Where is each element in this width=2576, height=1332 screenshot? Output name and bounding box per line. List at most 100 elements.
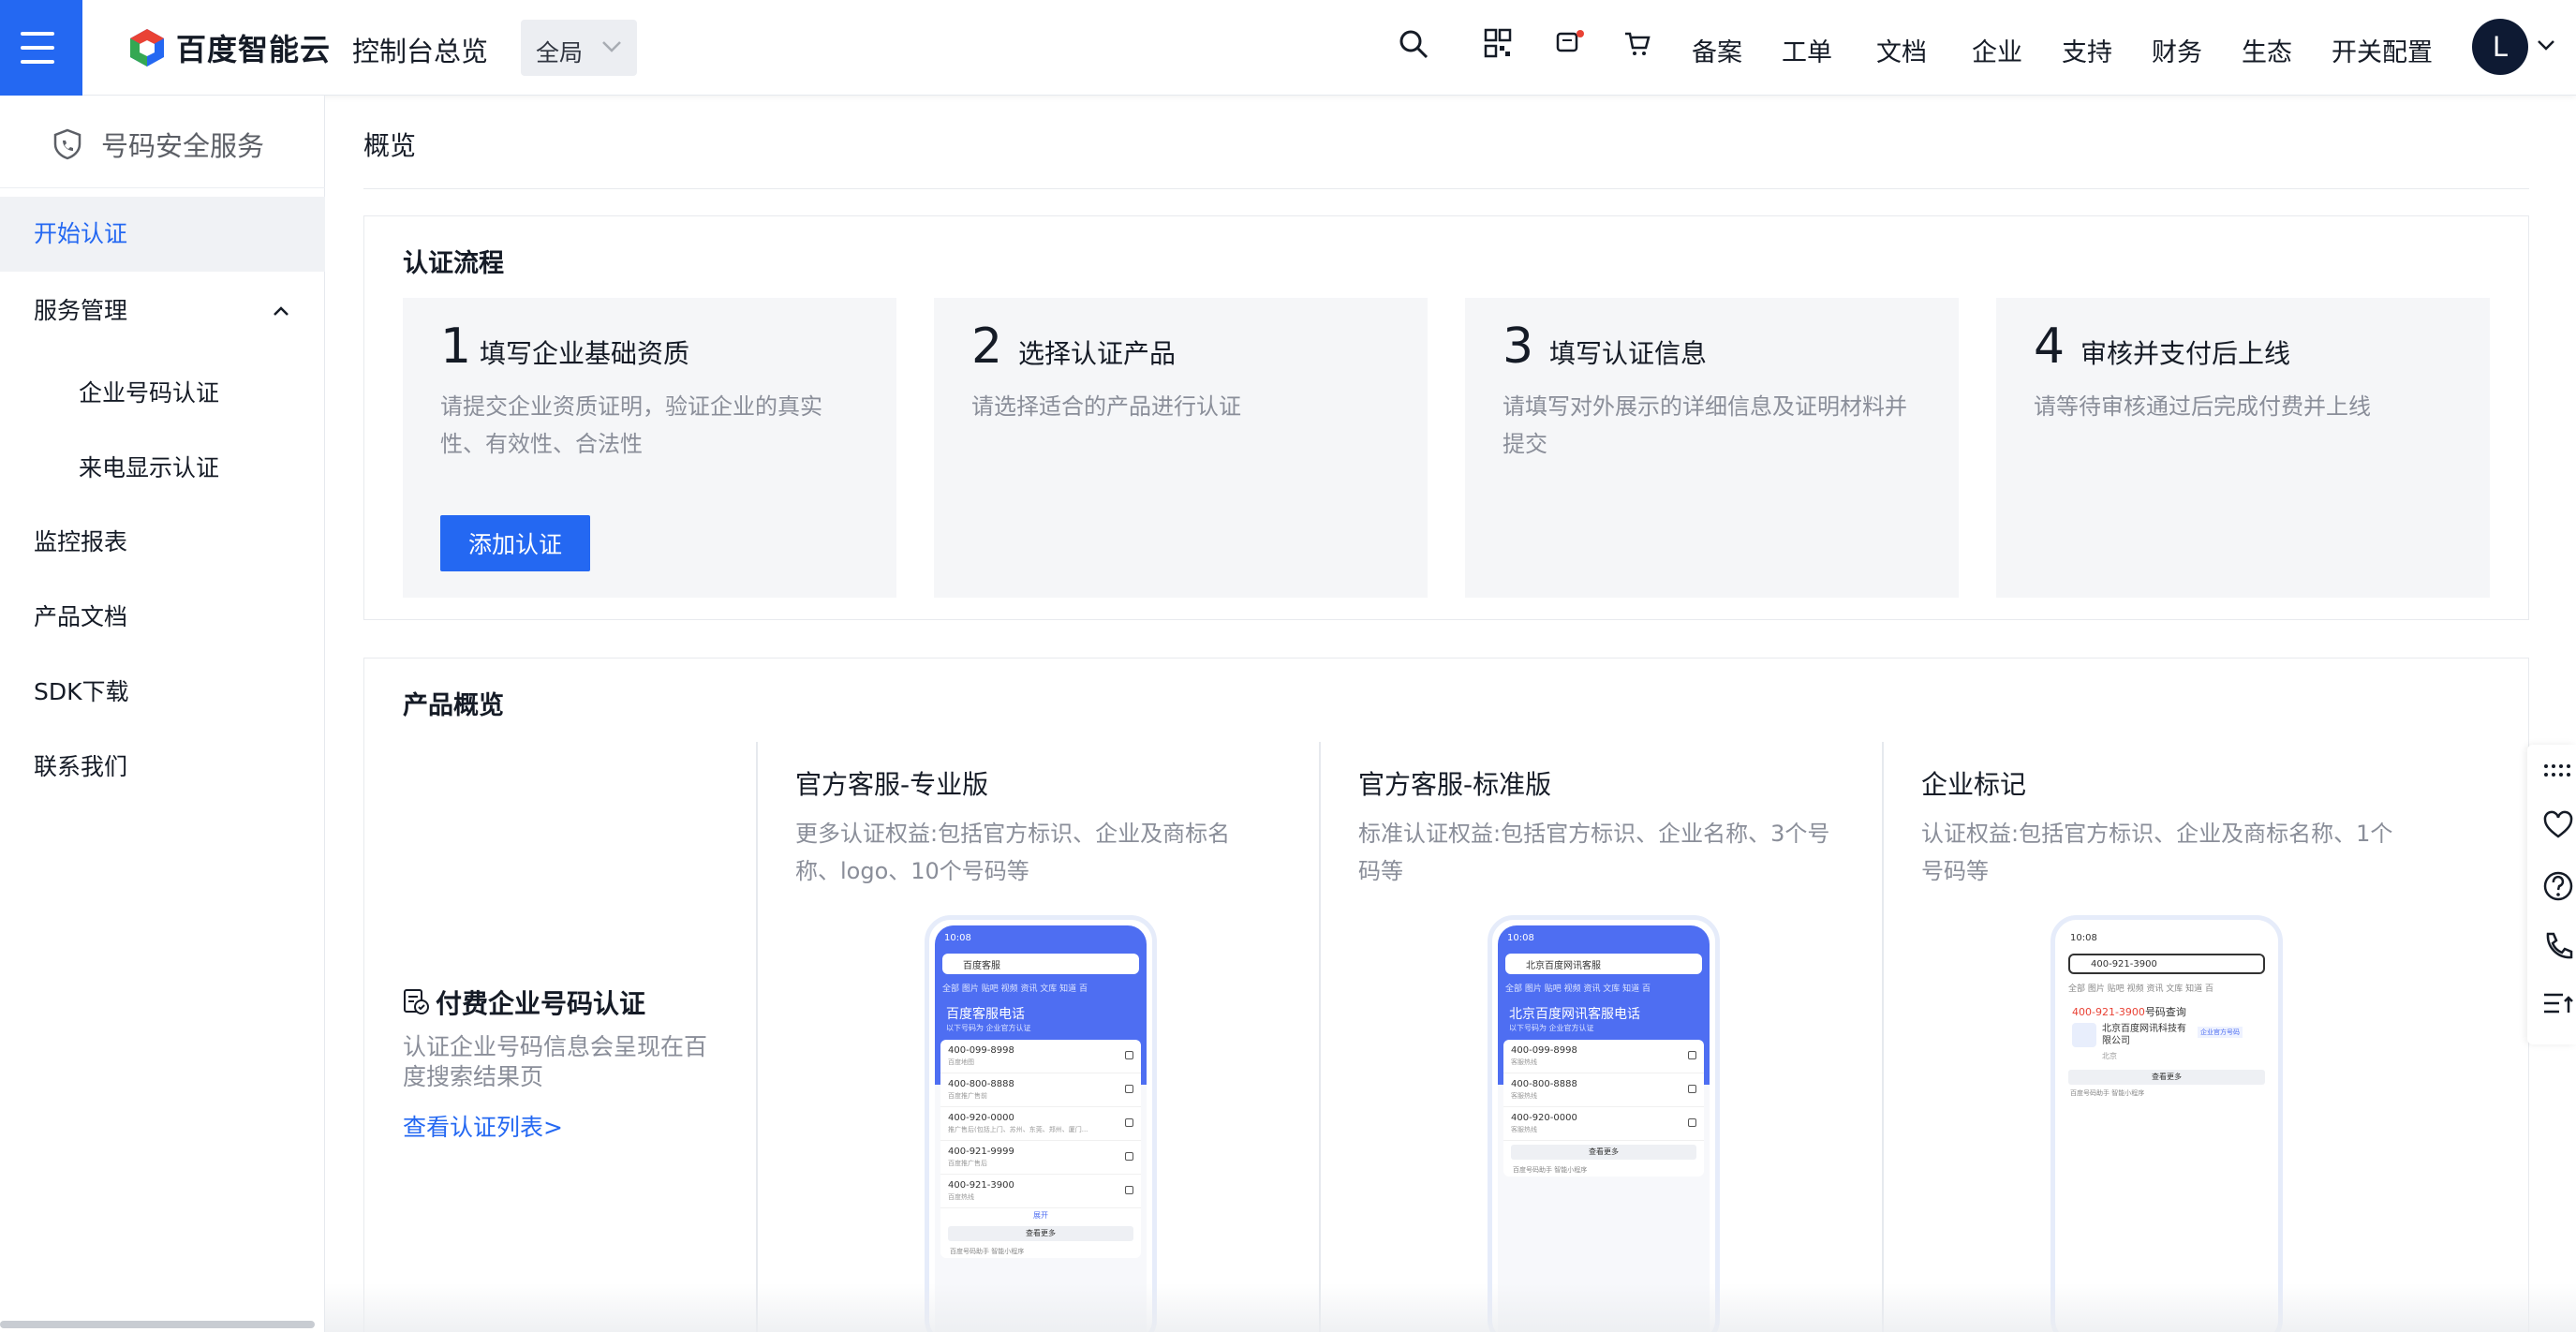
phone-time: 10:08 <box>1507 933 1534 943</box>
step-card: 2 选择认证产品 请选择适合的产品进行认证 <box>934 298 1428 598</box>
step-name: 填写企业基础资质 <box>480 338 690 369</box>
chevron-down-icon[interactable] <box>2537 39 2555 51</box>
sidebar-item-sdk-download[interactable]: SDK下载 <box>0 655 325 730</box>
phone-call-icon <box>1688 1085 1696 1093</box>
avatar[interactable]: L <box>2472 19 2528 75</box>
step-name: 审核并支付后上线 <box>2080 338 2291 369</box>
nav-ticket[interactable]: 工单 <box>1782 32 1832 68</box>
step-number: 4 <box>2034 318 2065 375</box>
phone-tabs: 全部 图片 贴吧 视频 资讯 文库 知道 百 <box>2068 984 2214 994</box>
certificate-icon <box>404 989 429 1014</box>
floating-toolbar <box>2527 745 2576 1044</box>
sidebar: 号码安全服务 开始认证 服务管理 企业号码认证 来电显示认证 监控报表 产品文档… <box>0 96 325 1332</box>
search-icon[interactable] <box>1398 28 1429 60</box>
sidebar-title-text: 号码安全服务 <box>101 130 265 162</box>
sidebar-item-caller-id-auth[interactable]: 来电显示认证 <box>0 431 325 506</box>
step-number: 1 <box>440 318 472 375</box>
product-overview-title: 产品概览 <box>403 691 504 720</box>
phone-row: 400-800-8888 客服热线 <box>1503 1073 1704 1107</box>
phone-footer: 百度号码助手 智能小程序 <box>950 1248 1025 1255</box>
product-column-standard: 官方客服-标准版 标准认证权益:包括官方标识、企业名称、3个号码等 10:08 … <box>1319 742 1882 1332</box>
product-description: 更多认证权益:包括官方标识、企业及商标名称、logo、10个号码等 <box>795 821 1231 884</box>
phone-tabs: 全部 图片 贴吧 视频 资讯 文库 知道 百 <box>942 984 1088 994</box>
logo[interactable]: 百度智能云 <box>127 26 331 69</box>
paid-auth-description: 认证企业号码信息会呈现在百度搜索结果页 <box>403 1033 708 1090</box>
divider <box>0 187 325 188</box>
step-card: 1 填写企业基础资质 请提交企业资质证明，验证企业的真实性、有效性、合法性 添加… <box>403 298 896 598</box>
view-auth-list-link[interactable]: 查看认证列表> <box>403 1109 563 1143</box>
phone-call-icon <box>1688 1051 1696 1059</box>
nav-ecosystem[interactable]: 生态 <box>2242 32 2292 68</box>
hamburger-menu-button[interactable] <box>0 0 82 96</box>
phone-call-icon <box>1125 1118 1133 1127</box>
phone-footer: 百度号码助手 智能小程序 <box>1513 1166 1588 1174</box>
phone-call-icon <box>1125 1051 1133 1059</box>
step-name: 选择认证产品 <box>1018 338 1177 369</box>
add-auth-button[interactable]: 添加认证 <box>440 515 590 571</box>
phone-row: 400-920-0000 客服热线 <box>1503 1107 1704 1141</box>
phone-company-name: 北京百度网讯科技有限公司 <box>2102 1024 2186 1046</box>
cloud-logo-icon <box>130 29 164 67</box>
grid-dots-icon[interactable] <box>2542 762 2576 780</box>
sidebar-scrollbar[interactable] <box>0 1321 315 1328</box>
phone-card-sub: 以下号码为 企业官方认证 <box>946 1024 1031 1032</box>
nav-enterprise[interactable]: 企业 <box>1972 32 2022 68</box>
phone-card-sub: 以下号码为 企业官方认证 <box>1509 1024 1594 1032</box>
product-name: 官方客服-标准版 <box>1358 769 1552 800</box>
phone-tabs: 全部 图片 贴吧 视频 资讯 文库 知道 百 <box>1505 984 1651 994</box>
sidebar-item-contact-us[interactable]: 联系我们 <box>0 730 325 805</box>
phone-more: 查看更多 <box>948 1226 1133 1241</box>
phone-result-title: 400-921-3900号码查询 <box>2072 1006 2186 1018</box>
product-column-enterprise-mark: 企业标记 认证权益:包括官方标识、企业及商标名称、1个号码等 10:08 400… <box>1882 742 2481 1332</box>
product-column-pro: 官方客服-专业版 更多认证权益:包括官方标识、企业及商标名称、logo、10个号… <box>756 742 1319 1332</box>
nav-docs[interactable]: 文档 <box>1876 32 1927 68</box>
phone-call-icon <box>1125 1152 1133 1161</box>
phone-card-title: 百度客服电话 <box>946 1007 1025 1022</box>
sidebar-item-service-management[interactable]: 服务管理 <box>0 274 325 348</box>
phone-time: 10:08 <box>2070 933 2097 943</box>
step-description: 请填写对外展示的详细信息及证明材料并提交 <box>1503 393 1907 457</box>
message-icon[interactable] <box>1555 28 1587 60</box>
menu-icon <box>21 32 54 36</box>
phone-call-icon <box>1688 1118 1696 1127</box>
sidebar-item-enterprise-number-auth[interactable]: 企业号码认证 <box>0 356 325 431</box>
phone-time: 10:08 <box>944 933 971 943</box>
cart-icon[interactable] <box>1622 28 1654 60</box>
page-title: 概览 <box>363 130 417 161</box>
list-feedback-icon[interactable] <box>2542 990 2574 1018</box>
step-number: 2 <box>971 318 1003 375</box>
phone-mockup: 10:08 400-921-3900 全部 图片 贴吧 视频 资讯 文库 知道 … <box>2050 915 2283 1332</box>
sidebar-item-label: 服务管理 <box>34 297 128 324</box>
phone-company-badge: 企业官方号码 <box>2198 1027 2243 1038</box>
phone-row: 400-921-3900 百度热线 <box>940 1175 1141 1208</box>
paid-auth-title: 付费企业号码认证 <box>436 988 646 1019</box>
phone-row: 400-099-8998 客服热线 <box>1503 1040 1704 1073</box>
product-name: 官方客服-专业版 <box>795 769 989 800</box>
phone-company-city: 北京 <box>2102 1052 2117 1060</box>
sidebar-item-monitoring-report[interactable]: 监控报表 <box>0 505 325 580</box>
phone-row: 400-920-0000 推广售后(包括上门、苏州、东莞、郑州、厦门... <box>940 1107 1141 1141</box>
step-description: 请选择适合的产品进行认证 <box>971 393 1241 420</box>
nav-switch-config[interactable]: 开关配置 <box>2332 32 2433 68</box>
help-icon[interactable] <box>2542 870 2574 902</box>
step-description: 请提交企业资质证明，验证企业的真实性、有效性、合法性 <box>440 393 822 457</box>
nav-beian[interactable]: 备案 <box>1692 32 1742 68</box>
region-select[interactable]: 全局 <box>521 20 637 76</box>
nav-support[interactable]: 支持 <box>2062 32 2112 68</box>
product-name: 企业标记 <box>1921 769 2027 800</box>
nav-finance[interactable]: 财务 <box>2152 32 2202 68</box>
phone-expand: 展开 <box>1033 1211 1048 1220</box>
phone-search-box: 400-921-3900 <box>2068 954 2265 974</box>
logo-text: 百度智能云 <box>176 32 332 67</box>
qrcode-icon[interactable] <box>1484 28 1512 60</box>
sidebar-item-product-docs[interactable]: 产品文档 <box>0 580 325 655</box>
sidebar-title: 号码安全服务 <box>52 126 264 163</box>
auth-process-title: 认证流程 <box>403 249 504 278</box>
heart-icon[interactable] <box>2542 810 2574 840</box>
sidebar-item-start-auth[interactable]: 开始认证 <box>0 197 325 272</box>
phone-row: 400-800-8888 百度推广售前 <box>940 1073 1141 1107</box>
console-overview-link[interactable]: 控制台总览 <box>352 30 488 69</box>
phone-call-icon[interactable] <box>2542 930 2574 962</box>
product-description: 标准认证权益:包括官方标识、企业名称、3个号码等 <box>1358 821 1830 884</box>
phone-number-list: 400-099-8998 客服热线 400-800-8888 客服热线 400-92… <box>1503 1040 1704 1177</box>
